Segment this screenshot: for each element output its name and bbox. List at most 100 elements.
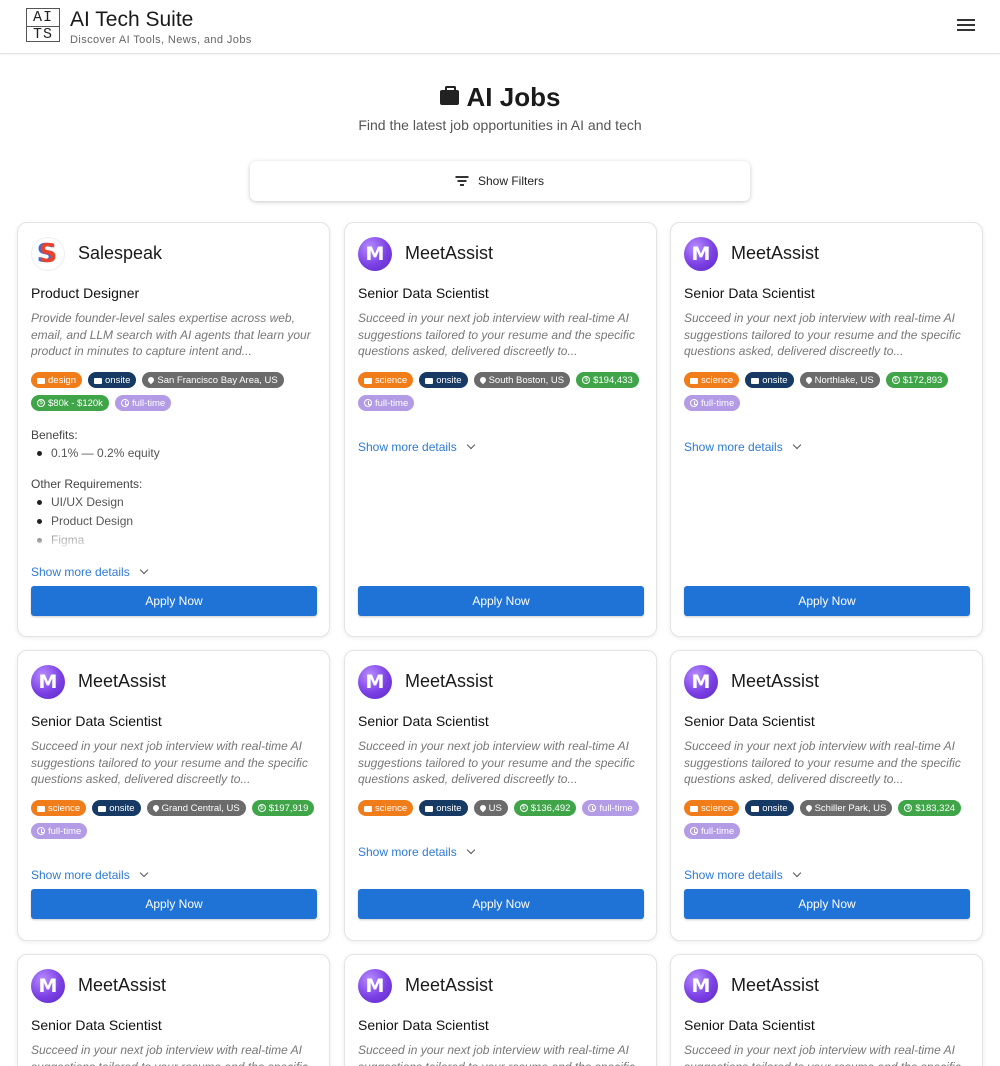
apply-now-button[interactable]: Apply Now <box>358 586 644 616</box>
job-tags: science onsite Northlake, US $172,893 full-t… <box>684 372 974 411</box>
benefits-list: 0.1% — 0.2% equity <box>37 444 160 463</box>
job-tag-location-text: Grand Central, US <box>161 802 240 814</box>
briefcase-icon <box>690 805 698 812</box>
show-more-details-link[interactable]: Show more details <box>358 845 475 859</box>
apply-now-button[interactable]: Apply Now <box>31 586 317 616</box>
job-title: Senior Data Scientist <box>358 1017 489 1033</box>
chevron-down-icon <box>792 440 801 450</box>
company-logo <box>358 969 392 1003</box>
show-more-details-link[interactable]: Show more details <box>358 440 475 454</box>
chevron-down-icon <box>139 868 148 878</box>
briefcase-icon <box>690 377 698 384</box>
briefcase-icon <box>37 805 45 812</box>
job-tag-category-text: science <box>375 374 408 386</box>
show-more-details-text: Show more details <box>684 868 783 882</box>
job-tag-mode-text: onsite <box>762 802 788 814</box>
job-tag-category: science <box>31 800 87 816</box>
clock-icon <box>690 399 698 407</box>
job-tag-category: science <box>358 372 414 388</box>
building-icon <box>751 805 760 812</box>
show-more-details-link[interactable]: Show more details <box>684 440 801 454</box>
job-description: Provide founder-level sales expertise ac… <box>31 311 311 359</box>
requirement-item: UI/UX Design <box>36 493 133 512</box>
job-tag-salary: $197,919 <box>251 800 315 816</box>
company-name: MeetAssist <box>78 671 167 691</box>
requirements-label: Other Requirements: <box>31 477 143 491</box>
page-title: AI Jobs <box>0 82 1000 113</box>
job-tags: design onsite San Francisco Bay Area, US $8… <box>31 372 321 411</box>
job-tag-location-text: South Boston, US <box>488 374 565 386</box>
job-description: Succeed in your next job interview with … <box>684 739 961 787</box>
show-filters-button[interactable]: Show Filters <box>250 161 750 201</box>
show-more-details-link[interactable]: Show more details <box>31 565 148 579</box>
job-tag-salary-text: $136,492 <box>530 802 571 814</box>
show-more-details-text: Show more details <box>31 868 130 882</box>
requirements-fade <box>18 523 329 553</box>
job-tag-mode: onsite <box>745 800 794 816</box>
show-filters-label: Show Filters <box>477 174 545 188</box>
job-card: MeetAssist Senior Data Scientist Succeed i… <box>670 954 983 1066</box>
app-title[interactable]: AI Tech Suite <box>70 8 193 32</box>
show-more-details-link[interactable]: Show more details <box>31 868 148 882</box>
job-tag-location: San Francisco Bay Area, US <box>142 372 284 388</box>
job-tag-type-text: full-time <box>701 397 735 409</box>
chevron-down-icon <box>466 845 475 855</box>
briefcase-icon <box>37 377 45 384</box>
job-tag-location: Northlake, US <box>799 372 880 388</box>
job-tag-salary: $136,492 <box>513 800 577 816</box>
app-logo[interactable]: AI TS <box>26 8 60 42</box>
job-title: Senior Data Scientist <box>31 713 162 729</box>
company-logo <box>358 237 392 271</box>
job-tag-salary-text: $80k - $120k <box>48 397 103 409</box>
job-description: Succeed in your next job interview with … <box>684 311 961 359</box>
apply-now-button[interactable]: Apply Now <box>684 889 970 919</box>
location-pin-icon <box>804 803 813 813</box>
job-title: Senior Data Scientist <box>31 1017 162 1033</box>
job-tag-mode: onsite <box>745 372 794 388</box>
dollar-icon <box>582 376 591 384</box>
job-tag-type-text: full-time <box>701 825 735 837</box>
logo-top-text: AI <box>27 10 59 27</box>
job-tag-category: design <box>31 372 82 388</box>
clock-icon <box>690 827 698 835</box>
job-tag-type-text: full-time <box>375 397 409 409</box>
chevron-down-icon <box>139 565 148 575</box>
clock-icon <box>37 827 45 835</box>
apply-now-button[interactable]: Apply Now <box>358 889 644 919</box>
job-tag-location: US <box>473 800 508 816</box>
company-logo <box>31 237 65 271</box>
show-more-details-link[interactable]: Show more details <box>684 868 801 882</box>
job-tag-type: full-time <box>582 800 639 816</box>
job-tag-type: full-time <box>358 395 415 411</box>
job-title: Product Designer <box>31 285 140 301</box>
job-tags: science onsite Schiller Park, US $183,324 fu… <box>684 800 974 839</box>
hamburger-menu-icon[interactable] <box>957 19 975 33</box>
job-tag-mode: onsite <box>92 800 141 816</box>
job-tag-location-text: US <box>488 802 502 814</box>
page-subtitle: Find the latest job opportunities in AI … <box>358 117 642 133</box>
company-logo <box>31 665 65 699</box>
job-card: MeetAssist Senior Data Scientist Succeed i… <box>670 650 983 941</box>
job-tags: science onsite South Boston, US $194,433 ful… <box>358 372 648 411</box>
apply-now-button[interactable]: Apply Now <box>31 889 317 919</box>
job-tag-category: science <box>684 372 740 388</box>
apply-now-button[interactable]: Apply Now <box>684 586 970 616</box>
company-logo <box>31 969 65 1003</box>
job-tag-category-text: science <box>48 802 81 814</box>
show-more-details-text: Show more details <box>358 845 457 859</box>
job-tag-location-text: Schiller Park, US <box>814 802 887 814</box>
job-card: MeetAssist Senior Data Scientist Succeed i… <box>344 222 657 637</box>
job-tag-category-text: design <box>48 374 76 386</box>
job-tag-type: full-time <box>31 823 88 839</box>
show-more-details-text: Show more details <box>358 440 457 454</box>
job-tag-category: science <box>684 800 740 816</box>
job-title: Senior Data Scientist <box>358 285 489 301</box>
job-tag-mode-text: onsite <box>762 374 788 386</box>
job-tag-type: full-time <box>114 395 172 411</box>
dollar-icon <box>257 804 266 812</box>
location-pin-icon <box>478 375 487 385</box>
job-tag-category-text: science <box>375 802 408 814</box>
job-tag-salary: $194,433 <box>576 372 639 388</box>
job-tag-category-text: science <box>701 802 734 814</box>
job-description: Succeed in your next job interview with … <box>31 739 308 787</box>
